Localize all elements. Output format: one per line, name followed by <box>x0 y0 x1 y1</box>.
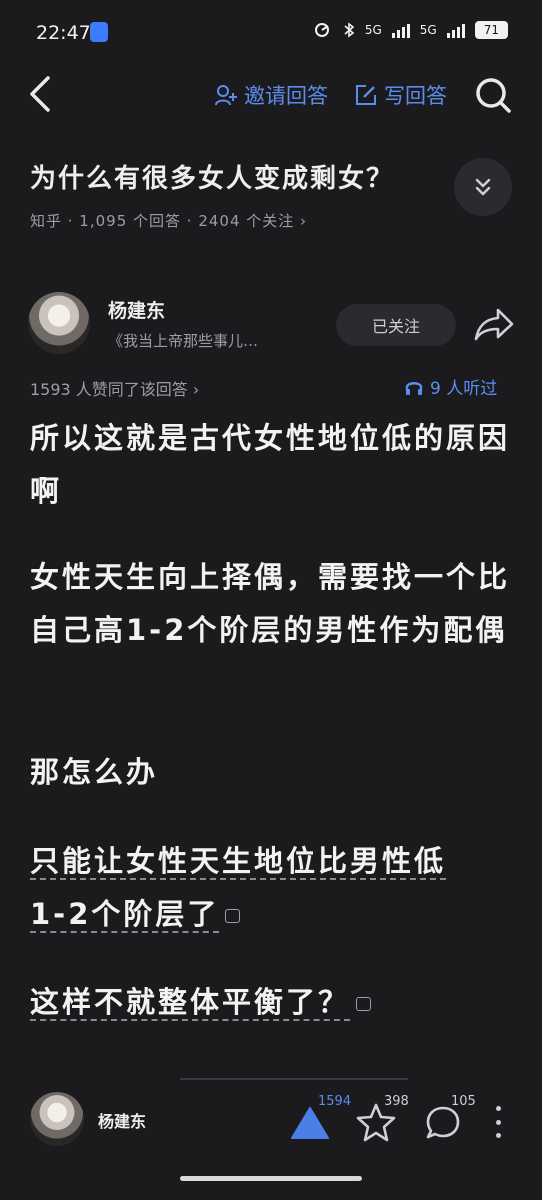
question-title[interactable]: 为什么有很多女人变成剩女？ <box>30 158 394 195</box>
bottom-author-name[interactable]: 杨建东 <box>98 1108 146 1132</box>
comment-bubble-icon[interactable] <box>424 1104 462 1142</box>
upvote-icon[interactable] <box>290 1106 330 1140</box>
signal-label-2: 5G <box>419 23 437 37</box>
status-indicators: 5G 5G 71 <box>313 21 508 39</box>
answer-paragraph-3: 那怎么办 <box>30 755 159 789</box>
answer-paragraph-4: 只能让女性天生地位比男性低 1-2个阶层了 <box>30 835 510 941</box>
search-icon[interactable] <box>472 74 514 116</box>
upvote-count: 1594 <box>318 1094 352 1109</box>
app-notification-icon <box>90 22 108 42</box>
answer-paragraph-1: 所以这就是古代女性地位低的原因啊 <box>30 421 511 508</box>
bluetooth-icon <box>344 22 355 38</box>
listen-label: 9 人听过 <box>430 379 498 399</box>
chevron-down-icon <box>475 178 491 196</box>
follow-button[interactable]: 已关注 <box>336 304 456 346</box>
listen-count[interactable]: 9 人听过 <box>404 374 497 399</box>
question-meta[interactable]: 知乎 · 1,095 个回答 · 2404 个关注 › <box>30 210 307 231</box>
author-name[interactable]: 杨建东 <box>108 296 165 323</box>
invite-answer-label: 邀请回答 <box>244 84 328 108</box>
invite-answer-button[interactable]: 邀请回答 <box>214 80 328 110</box>
nfc-icon <box>314 23 329 37</box>
bottom-author-avatar[interactable] <box>30 1092 84 1146</box>
write-icon <box>356 85 376 105</box>
highlighted-text-1[interactable]: 只能让女性天生地位比男性低 <box>30 844 447 880</box>
signal-label-1: 5G <box>364 23 382 37</box>
author-avatar[interactable] <box>28 292 90 354</box>
author-bio: 《我当上帝那些事儿… <box>108 332 259 350</box>
star-count: 398 <box>384 1094 409 1109</box>
signal-bars-2 <box>446 22 465 38</box>
more-icon[interactable] <box>494 1106 502 1138</box>
share-icon[interactable] <box>472 304 516 344</box>
home-indicator[interactable] <box>180 1176 362 1181</box>
headphones-icon <box>405 381 423 395</box>
answer-paragraph-2: 女性天生向上择偶，需要找一个比自己高1-2个阶层的男性作为配偶 <box>30 560 511 647</box>
signal-bars-1 <box>391 22 410 38</box>
back-icon[interactable] <box>24 72 64 116</box>
status-time: 22:47 <box>36 22 91 44</box>
expand-question-button[interactable] <box>454 158 512 216</box>
comment-icon[interactable] <box>225 909 241 923</box>
upvote-summary[interactable]: 1593 人赞同了该回答 › <box>30 376 199 400</box>
bottom-divider <box>180 1078 408 1080</box>
comment-icon[interactable] <box>356 997 372 1011</box>
write-answer-label: 写回答 <box>384 84 447 108</box>
battery-level: 71 <box>474 21 508 39</box>
comment-count: 105 <box>451 1094 476 1109</box>
write-answer-button[interactable]: 写回答 <box>354 80 447 110</box>
highlighted-text-3[interactable]: 这样不就整体平衡了？ <box>30 985 351 1021</box>
answer-paragraph-5: 这样不就整体平衡了？ <box>30 976 510 1029</box>
invite-icon <box>215 85 237 106</box>
highlighted-text-2[interactable]: 1-2个阶层了 <box>30 897 220 933</box>
